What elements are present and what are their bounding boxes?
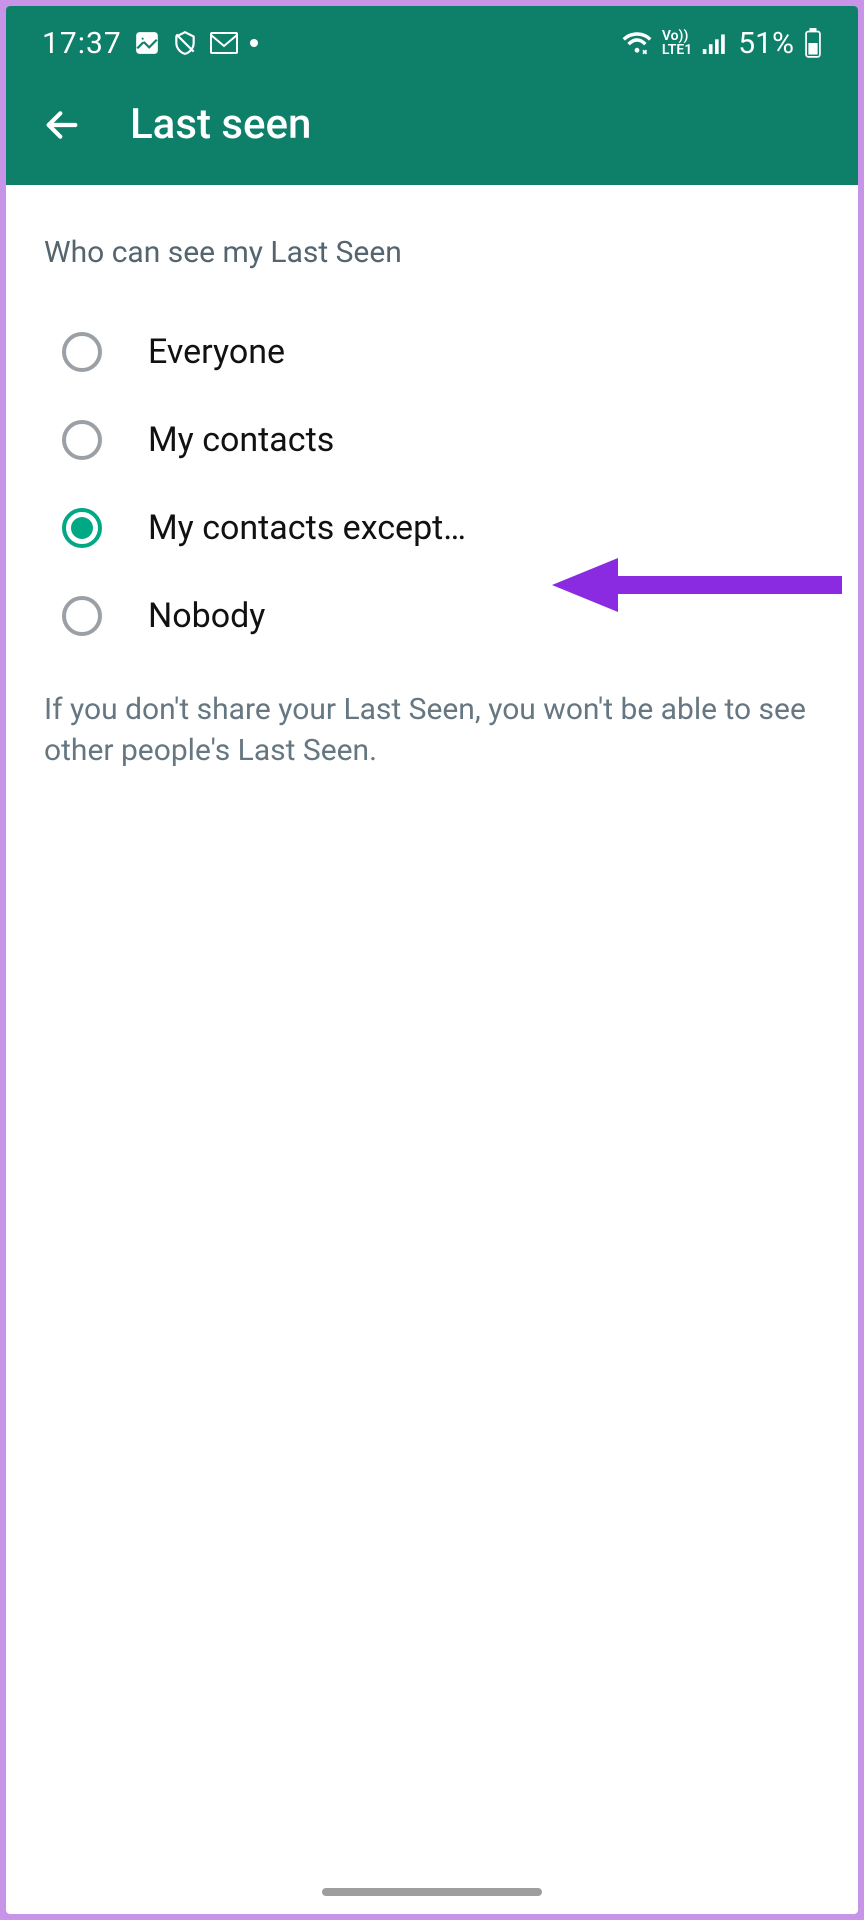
volte-top: Vo)) — [662, 29, 692, 43]
radio-icon — [62, 596, 102, 636]
shield-off-icon — [172, 30, 198, 56]
status-time: 17:37 — [42, 26, 122, 61]
status-bar: 17:37 Vo)) LTE1 — [6, 6, 858, 70]
radio-option-everyone[interactable]: Everyone — [34, 308, 830, 396]
picture-icon — [134, 30, 160, 56]
radio-option-my-contacts-except[interactable]: My contacts except… — [34, 484, 830, 572]
radio-icon — [62, 420, 102, 460]
section-title: Who can see my Last Seen — [34, 235, 830, 270]
radio-option-my-contacts[interactable]: My contacts — [34, 396, 830, 484]
notification-dot-icon — [250, 39, 258, 47]
gmail-icon — [210, 32, 238, 54]
radio-list: Everyone My contacts My contacts except…… — [34, 308, 830, 660]
signal-icon — [702, 32, 728, 54]
volte-icon: Vo)) LTE1 — [662, 29, 692, 57]
footer-note: If you don't share your Last Seen, you w… — [34, 660, 830, 771]
screen: 17:37 Vo)) LTE1 — [6, 6, 858, 1914]
home-indicator[interactable] — [322, 1888, 542, 1896]
radio-icon — [62, 332, 102, 372]
content: Who can see my Last Seen Everyone My con… — [6, 185, 858, 771]
radio-label: My contacts except… — [148, 508, 466, 548]
app-bar: Last seen — [6, 70, 858, 185]
status-left: 17:37 — [42, 26, 258, 61]
header: 17:37 Vo)) LTE1 — [6, 6, 858, 185]
radio-icon-selected — [62, 508, 102, 548]
back-arrow-icon[interactable] — [42, 105, 82, 145]
volte-bottom: LTE1 — [662, 43, 692, 57]
battery-icon — [804, 28, 822, 58]
radio-option-nobody[interactable]: Nobody — [34, 572, 830, 660]
status-right: Vo)) LTE1 51% — [622, 26, 822, 61]
page-title: Last seen — [130, 100, 311, 149]
radio-label: Everyone — [148, 332, 285, 372]
wifi-icon — [622, 31, 652, 55]
battery-percent: 51% — [738, 26, 794, 61]
radio-label: Nobody — [148, 596, 265, 636]
radio-label: My contacts — [148, 420, 334, 460]
